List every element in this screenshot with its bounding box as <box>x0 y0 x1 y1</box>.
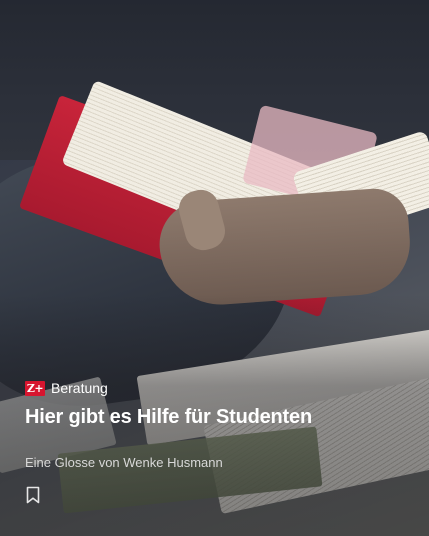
article-text: Z+ Beratung Hier gibt es Hilfe für Stude… <box>25 379 409 470</box>
article-teaser-card[interactable]: Z+ Beratung Hier gibt es Hilfe für Stude… <box>0 0 429 536</box>
kicker: Z+ Beratung <box>25 379 409 397</box>
article-title[interactable]: Hier gibt es Hilfe für Studenten <box>25 405 409 429</box>
section-label[interactable]: Beratung <box>51 380 108 396</box>
bookmark-icon[interactable] <box>25 486 41 504</box>
zplus-badge: Z+ <box>25 380 45 396</box>
article-byline: Eine Glosse von Wenke Husmann <box>25 455 223 470</box>
